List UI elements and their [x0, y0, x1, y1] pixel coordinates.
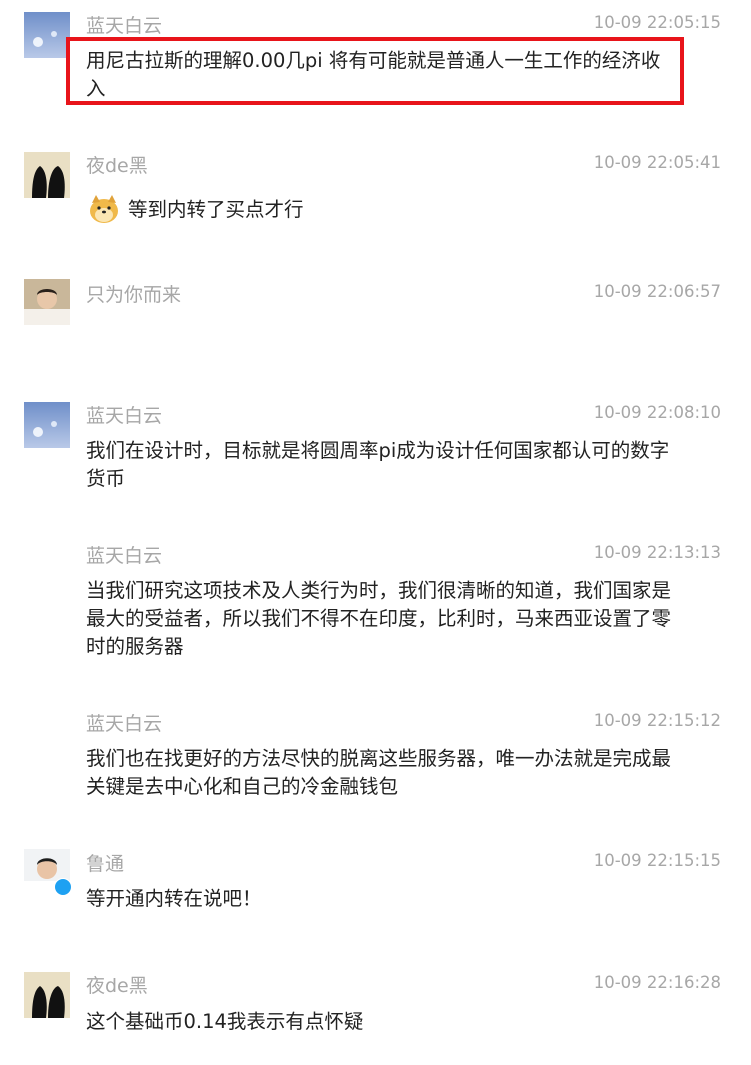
message-text: 等开通内转在说吧！ — [86, 887, 262, 910]
message-text: 我们也在找更好的方法尽快的脱离这些服务器，唯一办法就是完成最关键是去中心化和自己… — [86, 747, 672, 798]
sender-name: 蓝天白云 — [86, 545, 163, 567]
message-text: 我们在设计时，目标就是将圆周率pi成为设计任何国家都认可的数字货币 — [86, 439, 670, 490]
avatar[interactable] — [24, 972, 70, 1018]
timestamp: 10-09 22:16:28 — [593, 973, 721, 992]
timestamp: 10-09 22:15:12 — [593, 711, 721, 730]
sender-name: 蓝天白云 — [86, 15, 163, 37]
avatar[interactable] — [24, 12, 70, 58]
sender-name: 鲁通 — [86, 853, 125, 875]
sender-name: 夜de黑 — [86, 155, 148, 177]
avatar[interactable] — [24, 402, 70, 448]
doge-emoji-icon — [88, 193, 120, 225]
timestamp: 10-09 22:06:57 — [593, 282, 721, 301]
message-text: 当我们研究这项技术及人类行为时，我们很清晰的知道，我们国家是最大的受益者，所以我… — [86, 579, 672, 658]
highlight-box — [66, 37, 684, 105]
message-text: 这个基础币0.14我表示有点怀疑 — [86, 1010, 364, 1033]
sender-name: 蓝天白云 — [86, 713, 163, 735]
sender-name: 只为你而来 — [86, 284, 182, 306]
verified-badge-icon — [54, 878, 72, 896]
message-text: 等到内转了买点才行 — [128, 198, 304, 221]
timestamp: 10-09 22:05:15 — [593, 13, 721, 32]
sender-name: 夜de黑 — [86, 975, 148, 997]
timestamp: 10-09 22:15:15 — [593, 851, 721, 870]
avatar[interactable] — [24, 279, 70, 325]
timestamp: 10-09 22:08:10 — [593, 403, 721, 422]
timestamp: 10-09 22:13:13 — [593, 543, 721, 562]
timestamp: 10-09 22:05:41 — [593, 153, 721, 172]
sender-name: 蓝天白云 — [86, 405, 163, 427]
avatar[interactable] — [24, 152, 70, 198]
